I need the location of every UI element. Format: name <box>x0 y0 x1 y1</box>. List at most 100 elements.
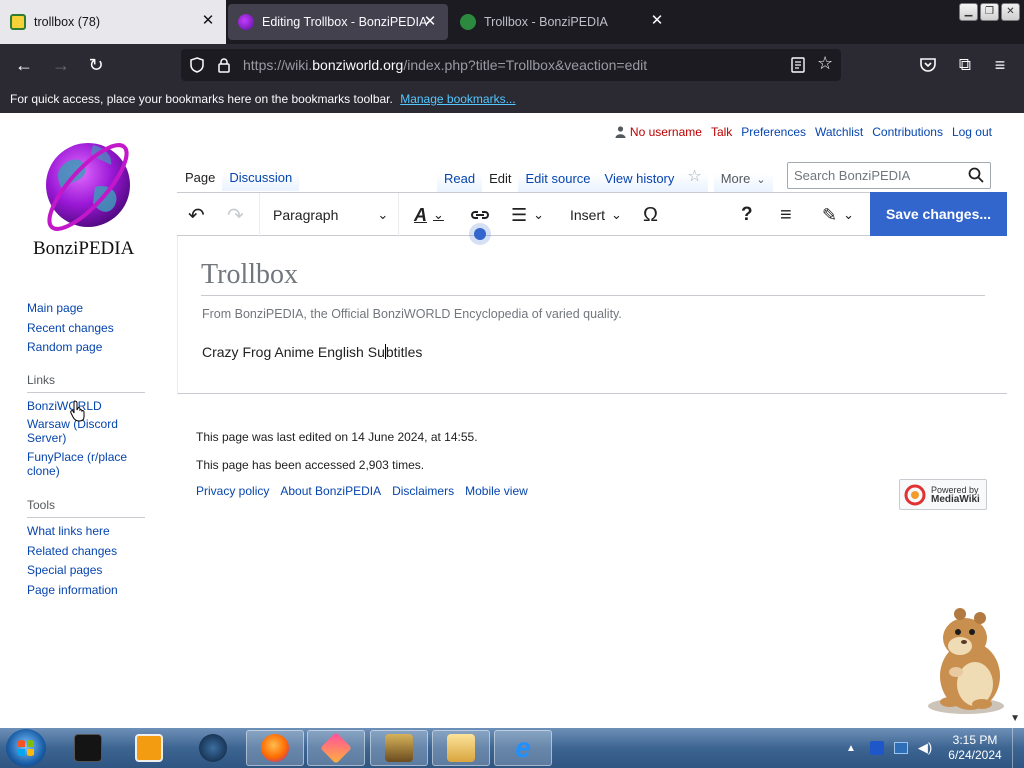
lock-icon[interactable] <box>217 57 231 73</box>
pocket-icon[interactable] <box>919 56 937 74</box>
shield-icon[interactable] <box>189 57 205 73</box>
sidebar-item-page-information[interactable]: Page information <box>27 581 145 601</box>
minimize-button[interactable]: ▁ <box>959 3 978 21</box>
volume-icon[interactable]: ◀) <box>918 740 932 756</box>
close-tab-icon[interactable]: ✕ <box>649 13 665 29</box>
taskbar-app-trollbox[interactable] <box>370 730 428 766</box>
page-options-menu-icon[interactable]: ≡ <box>780 193 792 237</box>
text-style-icon[interactable]: A ⌄ <box>414 193 444 237</box>
browser-tab-trollbox[interactable]: trollbox (78) ✕ <box>0 0 226 44</box>
browser-tab-editing-trollbox[interactable]: Editing Trollbox - BonziPEDIA ✕ <box>228 4 448 40</box>
insert-label: Insert <box>570 207 606 223</box>
privacy-policy-link[interactable]: Privacy policy <box>196 484 269 498</box>
sidebar-navigation: Main page Recent changes Random page <box>27 299 114 358</box>
taskbar-app-firefox[interactable] <box>246 730 304 766</box>
preferences-link[interactable]: Preferences <box>741 125 806 139</box>
tray-app-icon[interactable] <box>869 741 884 755</box>
link-icon[interactable] <box>469 206 491 224</box>
sidebar-item-related-changes[interactable]: Related changes <box>27 542 145 562</box>
edit-mode-pencil-icon[interactable]: ✎ ⌄ <box>822 193 854 237</box>
paragraph-label: Paragraph <box>273 207 339 223</box>
close-tab-icon[interactable]: ✕ <box>422 14 438 30</box>
tab-read[interactable]: Read <box>437 160 483 192</box>
watch-star-icon[interactable]: ☆ <box>681 160 708 192</box>
tab-page[interactable]: Page <box>178 160 223 191</box>
taskbar-app-file-explorer[interactable] <box>432 730 490 766</box>
editable-body-text[interactable]: Crazy Frog Anime English Subtitles <box>202 344 422 360</box>
sidebar-item-bonziworld[interactable]: BonziWORLD <box>27 397 145 416</box>
talk-link[interactable]: Talk <box>711 125 732 139</box>
save-changes-button[interactable]: Save changes... <box>870 192 1007 236</box>
sidebar-item-main-page[interactable]: Main page <box>27 299 114 319</box>
help-icon[interactable]: ? <box>741 193 753 237</box>
reload-icon[interactable]: ↻ <box>85 54 107 76</box>
extensions-puzzle-icon[interactable]: ⧉ <box>954 54 976 76</box>
article-content: Trollbox From BonziPEDIA, the Official B… <box>177 236 1007 394</box>
logo-wordmark[interactable]: BonziPEDIA <box>33 238 134 260</box>
tab-edit[interactable]: Edit <box>482 160 519 192</box>
bookmark-star-icon[interactable]: ☆ <box>817 53 833 74</box>
wiki-page: BonziPEDIA Main page Recent changes Rand… <box>0 113 1024 727</box>
taskbar-app-media-player[interactable] <box>120 730 178 766</box>
more-label: More <box>720 170 751 186</box>
manage-bookmarks-link[interactable]: Manage bookmarks... <box>400 92 515 106</box>
logout-link[interactable]: Log out <box>952 125 992 139</box>
footer-links: Privacy policy About BonziPEDIA Disclaim… <box>196 484 528 498</box>
back-arrow-icon[interactable]: ← <box>13 54 35 76</box>
browser-tab-trollbox-page[interactable]: Trollbox - BonziPEDIA ✕ <box>450 0 675 44</box>
search-icon[interactable] <box>968 167 984 183</box>
redo-icon[interactable]: ↷ <box>227 193 244 237</box>
taskbar-app-internet-explorer[interactable]: e <box>494 730 552 766</box>
sidebar-item-random-page[interactable]: Random page <box>27 338 114 358</box>
watchlist-link[interactable]: Watchlist <box>815 125 863 139</box>
maximize-button[interactable]: ❐ <box>980 3 999 21</box>
sidebar-item-what-links-here[interactable]: What links here <box>27 522 145 542</box>
forward-arrow-icon[interactable]: → <box>50 54 72 76</box>
paragraph-format-dropdown[interactable]: Paragraph ⌄ <box>259 193 399 237</box>
hamburger-menu-icon[interactable]: ≡ <box>989 54 1011 76</box>
username-label: No username <box>629 125 702 139</box>
footer-info: This page was last edited on 14 June 202… <box>196 423 478 479</box>
scroll-down-arrow-icon[interactable]: ▼ <box>1010 713 1020 724</box>
chevron-down-icon: ⌄ <box>377 207 389 222</box>
powered-by-mediawiki-badge[interactable]: Powered by MediaWiki <box>899 479 987 510</box>
chevron-down-icon: ⌄ <box>611 207 622 222</box>
special-character-icon[interactable]: Ω <box>643 193 658 237</box>
show-desktop-button[interactable] <box>1012 728 1024 768</box>
page-title: Trollbox <box>201 259 985 296</box>
bullet-list-icon[interactable]: ☰ ⌄ <box>511 193 544 237</box>
disclaimers-link[interactable]: Disclaimers <box>392 484 454 498</box>
diamond-app-icon <box>320 732 352 764</box>
system-clock[interactable]: 3:15 PM 6/24/2024 <box>940 733 1010 763</box>
show-hidden-icons-arrow-icon[interactable]: ▲ <box>846 743 856 754</box>
chevron-down-icon: ⌄ <box>533 207 545 222</box>
reader-view-icon[interactable] <box>791 57 805 73</box>
mobile-view-link[interactable]: Mobile view <box>465 484 528 498</box>
address-bar[interactable]: https://wiki.bonziworld.org/index.php?ti… <box>181 49 841 81</box>
network-icon[interactable] <box>893 742 908 754</box>
windows-logo-icon <box>18 740 34 756</box>
about-link[interactable]: About BonziPEDIA <box>280 484 381 498</box>
taskbar-app-globe[interactable] <box>184 730 242 766</box>
tab-discussion[interactable]: Discussion <box>222 160 300 191</box>
bonzipedia-favicon-icon <box>238 14 254 30</box>
search-input[interactable]: Search BonziPEDIA <box>787 162 991 189</box>
start-button[interactable] <box>6 729 46 767</box>
trollbox-app-icon <box>385 734 413 762</box>
undo-icon[interactable]: ↶ <box>188 193 205 237</box>
tab-view-history[interactable]: View history <box>597 160 682 192</box>
taskbar-app-bonzipedia[interactable] <box>307 730 365 766</box>
insert-menu[interactable]: Insert ⌄ <box>570 193 622 237</box>
more-menu[interactable]: More ⌄ <box>713 160 773 192</box>
bookmarks-toolbar: For quick access, place your bookmarks h… <box>0 86 1024 113</box>
taskbar-app-terminal[interactable] <box>59 730 117 766</box>
sidebar-item-special-pages[interactable]: Special pages <box>27 561 145 581</box>
hamster-mascot-image[interactable] <box>920 606 1010 716</box>
internet-explorer-icon: e <box>515 732 531 763</box>
contributions-link[interactable]: Contributions <box>872 125 943 139</box>
close-tab-icon[interactable]: ✕ <box>200 13 216 29</box>
tab-edit-source[interactable]: Edit source <box>518 160 598 192</box>
close-window-button[interactable]: ✕ <box>1001 3 1020 21</box>
sidebar-item-funyplace[interactable]: FunyPlace (r/place clone) <box>27 450 137 478</box>
sidebar-item-recent-changes[interactable]: Recent changes <box>27 319 114 339</box>
